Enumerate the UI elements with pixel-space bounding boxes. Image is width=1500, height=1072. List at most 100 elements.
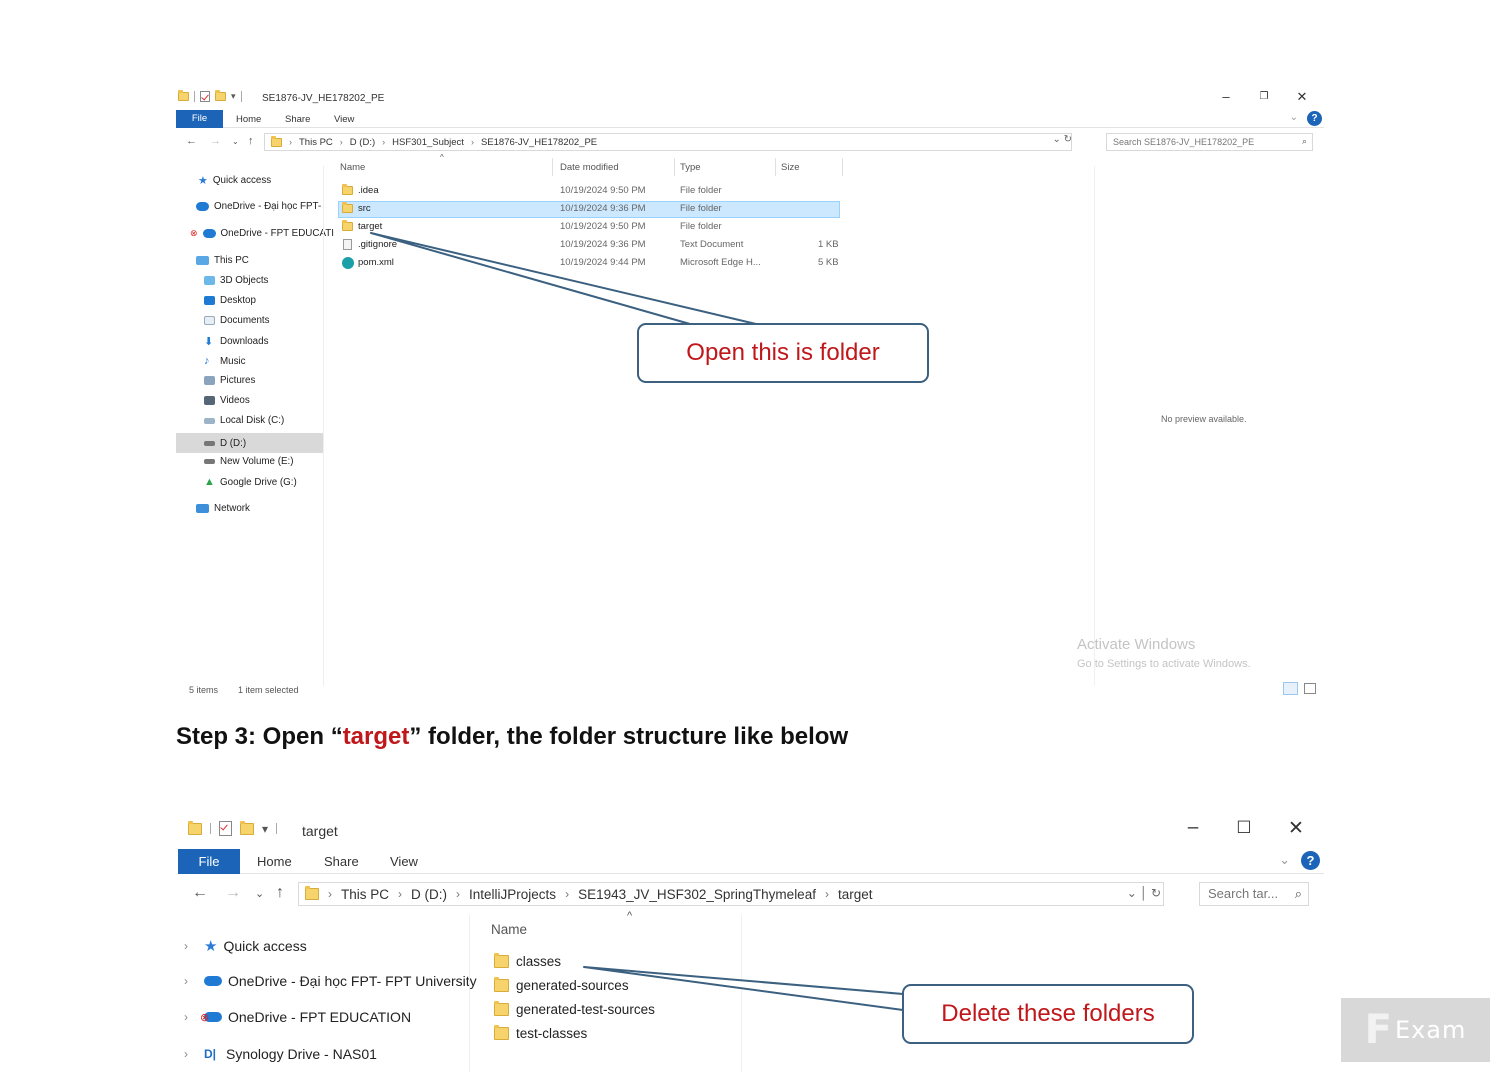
chevron-right-icon[interactable]: ›: [382, 137, 385, 147]
folder-row[interactable]: test-classes: [494, 1025, 587, 1041]
breadcrumb-item[interactable]: This PC: [341, 887, 389, 902]
minimize-button[interactable]: –: [1216, 89, 1236, 104]
nav-desktop[interactable]: Desktop: [204, 295, 256, 306]
address-dropdown-refresh[interactable]: ⌄ ↻: [1052, 134, 1072, 145]
folder-row[interactable]: generated-sources: [494, 977, 629, 993]
column-divider[interactable]: [552, 158, 553, 176]
search-input[interactable]: Search tar... ⌕: [1199, 882, 1309, 906]
nav-quick-access[interactable]: ★ Quick access: [198, 174, 271, 187]
nav-google-drive[interactable]: ▲ Google Drive (G:): [204, 476, 297, 488]
nav-documents[interactable]: Documents: [204, 315, 270, 326]
chevron-right-icon[interactable]: ›: [340, 137, 343, 147]
breadcrumb-item[interactable]: This PC: [299, 137, 333, 148]
customize-toolbar-icon[interactable]: ▾: [262, 822, 268, 836]
breadcrumb-item[interactable]: SE1943_JV_HSF302_SpringThymeleaf: [578, 887, 816, 902]
nav-new-volume[interactable]: New Volume (E:): [204, 456, 294, 467]
back-icon[interactable]: ←: [186, 135, 197, 147]
nav-synology[interactable]: › D| Synology Drive - NAS01: [184, 1046, 377, 1062]
file-row[interactable]: .gitignore 10/19/2024 9:36 PM Text Docum…: [338, 237, 840, 254]
preview-pane-divider[interactable]: [1094, 166, 1095, 686]
address-dropdown-refresh[interactable]: ⌄ │ ↻: [1127, 886, 1161, 900]
tab-home[interactable]: Home: [257, 854, 292, 869]
restore-button[interactable]: ❐: [1254, 91, 1274, 102]
help-icon[interactable]: ?: [1301, 851, 1320, 870]
tab-share[interactable]: Share: [324, 854, 359, 869]
chevron-right-icon[interactable]: ›: [565, 887, 569, 901]
new-folder-icon[interactable]: [240, 820, 254, 835]
up-icon[interactable]: ↑: [248, 135, 254, 147]
column-header-size[interactable]: Size: [781, 162, 799, 173]
nav-music[interactable]: ♪ Music: [204, 355, 246, 367]
nav-pictures[interactable]: Pictures: [204, 375, 255, 386]
chevron-right-icon[interactable]: ›: [184, 939, 198, 953]
nav-local-disk[interactable]: Local Disk (C:): [204, 415, 284, 426]
minimize-button[interactable]: –: [1180, 817, 1206, 839]
nav-onedrive-dh[interactable]: › OneDrive - Đại học FPT- FPT University: [184, 973, 477, 989]
chevron-right-icon[interactable]: ›: [184, 974, 198, 988]
recent-locations-icon[interactable]: ⌄: [255, 887, 264, 900]
column-divider[interactable]: [775, 158, 776, 176]
chevron-right-icon[interactable]: ›: [398, 887, 402, 901]
breadcrumb-item[interactable]: D (D:): [411, 887, 447, 902]
forward-icon[interactable]: →: [210, 135, 221, 147]
chevron-right-icon[interactable]: ›: [456, 887, 460, 901]
breadcrumb-item[interactable]: D (D:): [350, 137, 375, 148]
up-icon[interactable]: ↑: [276, 884, 284, 902]
file-row[interactable]: .idea 10/19/2024 9:50 PM File folder: [338, 183, 840, 200]
expand-ribbon-icon[interactable]: ⌄: [1290, 112, 1298, 123]
new-folder-icon[interactable]: [215, 90, 226, 101]
expand-ribbon-icon[interactable]: ⌄: [1279, 852, 1290, 868]
close-button[interactable]: ✕: [1292, 89, 1312, 105]
file-row-selected[interactable]: src 10/19/2024 9:36 PM File folder: [338, 201, 840, 218]
column-divider[interactable]: [842, 158, 843, 176]
nav-onedrive-dh[interactable]: OneDrive - Đại học FPT-: [196, 201, 321, 212]
breadcrumb-item[interactable]: HSF301_Subject: [392, 137, 464, 148]
pane-divider[interactable]: [323, 166, 324, 686]
tab-view[interactable]: View: [390, 854, 418, 869]
column-header-name[interactable]: Name: [340, 162, 365, 173]
tab-file[interactable]: File: [178, 849, 240, 874]
column-header-date[interactable]: Date modified: [560, 162, 619, 173]
forward-icon[interactable]: →: [225, 884, 241, 902]
chevron-right-icon[interactable]: ›: [184, 1047, 198, 1061]
properties-icon[interactable]: [200, 91, 210, 102]
file-row-target[interactable]: target 10/19/2024 9:50 PM File folder: [338, 219, 840, 236]
nav-onedrive-fpt[interactable]: › ⊗ OneDrive - FPT EDUCATION: [184, 1009, 411, 1025]
tab-home[interactable]: Home: [236, 114, 261, 125]
chevron-right-icon[interactable]: ›: [825, 887, 829, 901]
tab-view[interactable]: View: [334, 114, 354, 125]
nav-quick-access[interactable]: › ★ Quick access: [184, 937, 307, 955]
chevron-right-icon[interactable]: ›: [328, 887, 332, 901]
column-header-type[interactable]: Type: [680, 162, 701, 173]
maximize-button[interactable]: ☐: [1231, 818, 1257, 838]
nav-onedrive-fpt[interactable]: ⊗ OneDrive - FPT EDUCATI: [190, 228, 334, 239]
breadcrumb-item[interactable]: IntelliJProjects: [469, 887, 556, 902]
tab-share[interactable]: Share: [285, 114, 310, 125]
details-view-icon[interactable]: [1283, 682, 1298, 695]
nav-network[interactable]: Network: [196, 503, 250, 514]
address-bar[interactable]: › This PC › D (D:) › HSF301_Subject › SE…: [264, 133, 1072, 151]
nav-d-drive[interactable]: D (D:): [176, 433, 323, 453]
recent-locations-icon[interactable]: ⌄: [232, 137, 239, 146]
chevron-right-icon[interactable]: ›: [289, 137, 292, 147]
column-divider[interactable]: [741, 915, 742, 1072]
help-icon[interactable]: ?: [1307, 111, 1322, 126]
breadcrumb-item[interactable]: target: [838, 887, 873, 902]
nav-videos[interactable]: Videos: [204, 395, 250, 406]
chevron-right-icon[interactable]: ›: [184, 1010, 198, 1024]
pane-divider[interactable]: [469, 915, 470, 1072]
address-bar[interactable]: › This PC › D (D:) › IntelliJProjects › …: [298, 882, 1164, 906]
customize-toolbar-icon[interactable]: ▾: [231, 91, 236, 102]
file-row[interactable]: pom.xml 10/19/2024 9:44 PM Microsoft Edg…: [338, 255, 840, 272]
folder-row[interactable]: generated-test-sources: [494, 1001, 655, 1017]
breadcrumb-item[interactable]: SE1876-JV_HE178202_PE: [481, 137, 597, 148]
column-divider[interactable]: [674, 158, 675, 176]
close-button[interactable]: ✕: [1283, 817, 1309, 840]
nav-downloads[interactable]: ⬇ Downloads: [204, 335, 268, 348]
search-input[interactable]: Search SE1876-JV_HE178202_PE ⌕: [1106, 133, 1313, 151]
chevron-right-icon[interactable]: ›: [471, 137, 474, 147]
folder-row[interactable]: classes: [494, 953, 561, 969]
nav-3d-objects[interactable]: 3D Objects: [204, 275, 268, 286]
column-header-name[interactable]: Name: [491, 922, 527, 937]
properties-icon[interactable]: [219, 821, 232, 836]
